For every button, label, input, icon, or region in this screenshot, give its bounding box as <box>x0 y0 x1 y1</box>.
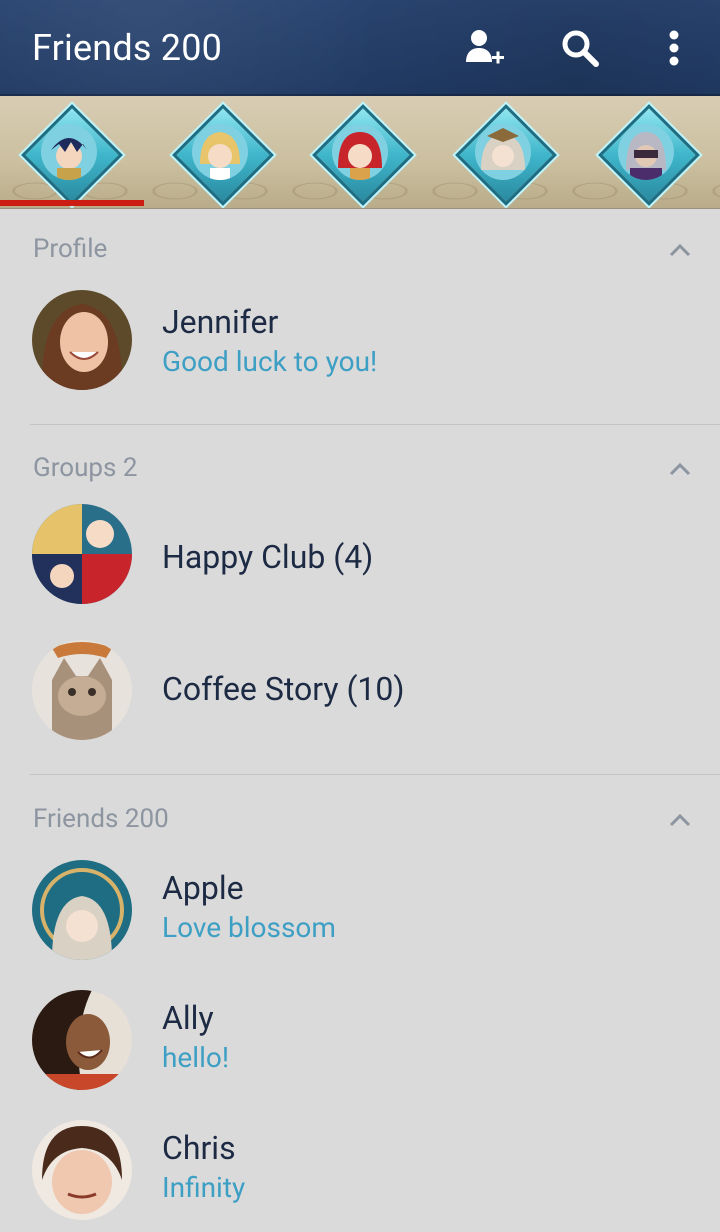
chevron-up-icon[interactable] <box>668 461 692 477</box>
avatar <box>32 860 132 960</box>
hero-portrait-red-hair-icon <box>332 124 388 180</box>
group-name: Coffee Story (10) <box>162 670 405 708</box>
avatar <box>32 640 132 740</box>
friend-row[interactable]: Ally hello! <box>0 980 720 1100</box>
group-row[interactable]: Coffee Story (10) <box>0 624 720 744</box>
chevron-up-icon[interactable] <box>668 242 692 258</box>
app-bar: Friends 200 <box>0 0 720 96</box>
tab-friends[interactable] <box>17 102 123 206</box>
divider <box>30 424 720 425</box>
friend-row[interactable]: Chris Infinity <box>0 1110 720 1230</box>
add-friend-icon <box>466 30 504 64</box>
friend-status: Infinity <box>162 1171 246 1204</box>
friends-list[interactable]: Profile Jennifer Good luck to you! Group… <box>0 208 720 1232</box>
profile-row[interactable]: Jennifer Good luck to you! <box>0 280 720 400</box>
hero-portrait-blonde-icon <box>192 124 248 180</box>
chevron-up-icon[interactable] <box>668 812 692 828</box>
tab-more[interactable] <box>594 102 700 206</box>
tab-timeline[interactable] <box>308 102 414 206</box>
friend-status: hello! <box>162 1041 230 1074</box>
friend-name: Ally <box>162 999 214 1037</box>
avatar <box>32 290 132 390</box>
profile-status: Good luck to you! <box>162 345 378 378</box>
add-friend-button[interactable] <box>460 24 508 72</box>
section-header-groups: Groups 2 <box>33 453 138 483</box>
friend-name: Apple <box>162 869 244 907</box>
avatar <box>32 504 132 604</box>
hero-portrait-silver-hair-icon <box>475 124 531 180</box>
avatar <box>32 990 132 1090</box>
hero-portrait-blue-hair-icon <box>41 124 97 180</box>
more-options-button[interactable] <box>650 24 698 72</box>
avatar <box>32 1120 132 1220</box>
active-tab-indicator <box>0 200 144 206</box>
more-vert-icon <box>669 30 679 66</box>
section-header-profile: Profile <box>33 234 108 264</box>
section-header-friends: Friends 200 <box>33 804 169 834</box>
friend-name: Chris <box>162 1129 236 1167</box>
search-icon <box>562 30 599 67</box>
search-button[interactable] <box>556 24 604 72</box>
friend-status: Love blossom <box>162 911 336 944</box>
friend-row[interactable]: Apple Love blossom <box>0 850 720 970</box>
profile-name: Jennifer <box>162 303 279 341</box>
group-row[interactable]: Happy Club (4) <box>0 494 720 614</box>
group-name: Happy Club (4) <box>162 538 374 576</box>
tab-chats[interactable] <box>168 102 274 206</box>
tab-strip <box>0 96 720 209</box>
page-title: Friends 200 <box>32 27 223 69</box>
tab-news[interactable] <box>451 102 557 206</box>
hero-portrait-masked-icon <box>618 124 674 180</box>
divider <box>30 774 720 775</box>
